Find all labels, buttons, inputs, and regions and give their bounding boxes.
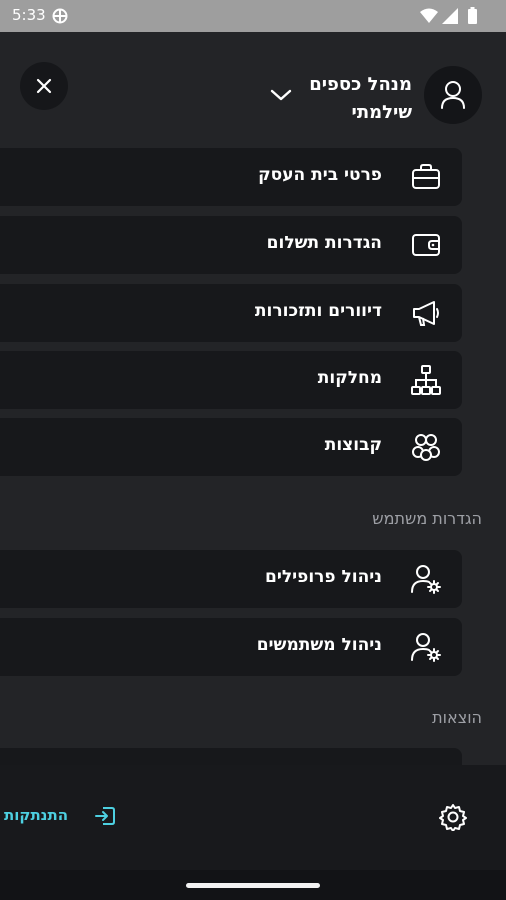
menu-item-label: ניהול משתמשים — [256, 635, 382, 655]
menu-item-label: ניהול פרופילים — [265, 567, 382, 587]
chevron-down-icon[interactable] — [270, 88, 292, 102]
battery-icon — [468, 7, 477, 24]
menu-item-label: הגדרות תשלום — [266, 233, 382, 253]
close-icon — [36, 78, 52, 94]
section-title-expenses: הוצאות — [432, 708, 482, 727]
status-bar: 5:33 — [0, 0, 506, 32]
status-time: 5:33 — [12, 6, 46, 24]
section-title-user-settings: הגדרות משתמש — [372, 509, 482, 528]
signal-icon — [442, 8, 458, 24]
drawer-footer: התנתקות — [0, 765, 506, 870]
organization-name[interactable]: מנהל כספים שילמתי — [309, 71, 412, 127]
menu-item-label: מחלקות — [317, 368, 382, 388]
navigation-bar — [0, 870, 506, 900]
avatar[interactable] — [424, 66, 482, 124]
megaphone-icon — [413, 301, 439, 326]
menu-item-payment-settings[interactable]: הגדרות תשלום — [0, 216, 462, 274]
user-gear-icon — [411, 565, 441, 594]
menu-item-label: פרטי בית העסק — [258, 165, 382, 185]
wifi-icon — [420, 8, 438, 23]
close-button[interactable] — [20, 62, 68, 110]
briefcase-icon — [412, 164, 440, 189]
home-indicator[interactable] — [186, 883, 320, 888]
organization-name-line2: שילמתי — [351, 102, 412, 123]
wallet-icon — [412, 234, 440, 256]
menu-item-profile-management[interactable]: ניהול פרופילים — [0, 550, 462, 608]
menu-item-label: דיוורים ותזכורות — [254, 301, 382, 321]
group-icon — [412, 434, 440, 461]
vpn-icon — [52, 8, 68, 24]
hierarchy-icon — [411, 365, 441, 395]
menu-item-departments[interactable]: מחלקות — [0, 351, 462, 409]
menu-item-groups[interactable]: קבוצות — [0, 418, 462, 476]
gear-icon[interactable] — [439, 803, 467, 831]
user-gear-icon — [411, 633, 441, 662]
menu-item-user-management[interactable]: ניהול משתמשים — [0, 618, 462, 676]
organization-name-line1: מנהל כספים — [309, 74, 412, 95]
menu-item-mailings-reminders[interactable]: דיוורים ותזכורות — [0, 284, 462, 342]
menu-item-business-details[interactable]: פרטי בית העסק — [0, 148, 462, 206]
menu-item-label: קבוצות — [324, 435, 382, 455]
logout-icon[interactable] — [94, 805, 116, 827]
logout-button[interactable]: התנתקות — [4, 806, 68, 824]
user-icon — [441, 81, 465, 109]
